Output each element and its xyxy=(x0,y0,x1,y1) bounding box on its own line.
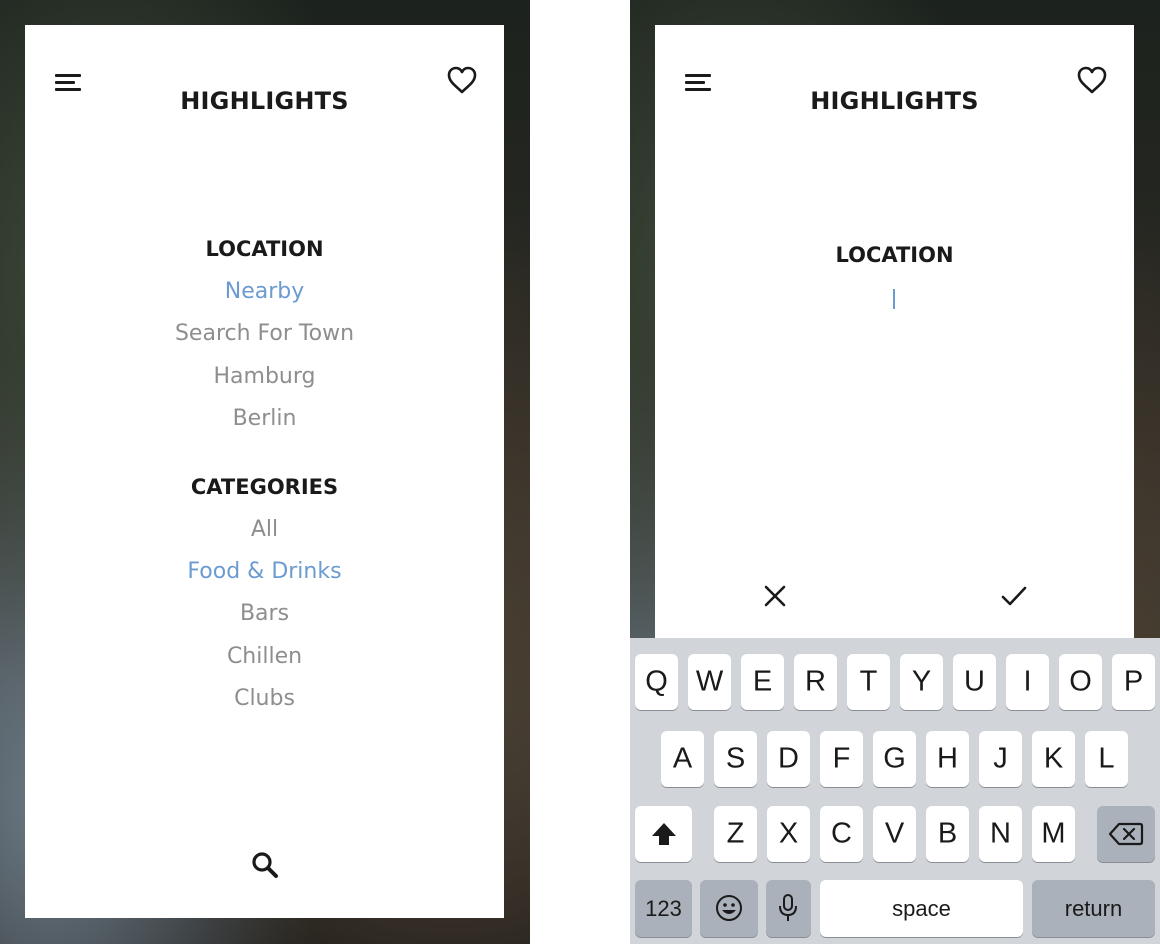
key-o[interactable]: O xyxy=(1059,654,1102,710)
key-w[interactable]: W xyxy=(688,654,731,710)
category-option-bars[interactable]: Bars xyxy=(25,601,504,626)
backspace-icon xyxy=(1108,822,1144,846)
category-option-all[interactable]: All xyxy=(25,517,504,542)
key-l[interactable]: L xyxy=(1085,731,1128,787)
key-g[interactable]: G xyxy=(873,731,916,787)
location-option-search-for-town[interactable]: Search For Town xyxy=(25,321,504,346)
key-e[interactable]: E xyxy=(741,654,784,710)
key-p[interactable]: P xyxy=(1112,654,1155,710)
return-key[interactable]: return xyxy=(1032,880,1155,937)
key-n[interactable]: N xyxy=(979,806,1022,862)
key-y[interactable]: Y xyxy=(900,654,943,710)
location-input-screen: HIGHLIGHTS LOCATION Q W E R T Y U I O P … xyxy=(630,0,1160,944)
key-m[interactable]: M xyxy=(1032,806,1075,862)
shift-key[interactable] xyxy=(635,806,692,862)
key-i[interactable]: I xyxy=(1006,654,1049,710)
categories-section-title: CATEGORIES xyxy=(190,475,339,499)
filter-panel: HIGHLIGHTS LOCATION Nearby Search For To… xyxy=(25,25,504,918)
key-q[interactable]: Q xyxy=(635,654,678,710)
key-u[interactable]: U xyxy=(953,654,996,710)
filter-screen: HIGHLIGHTS LOCATION Nearby Search For To… xyxy=(0,0,530,944)
key-x[interactable]: X xyxy=(767,806,810,862)
close-icon[interactable] xyxy=(762,583,788,609)
key-z[interactable]: Z xyxy=(714,806,757,862)
location-section-title: LOCATION xyxy=(835,243,954,267)
checkmark-icon[interactable] xyxy=(1000,583,1028,609)
space-key[interactable]: space xyxy=(820,880,1023,937)
location-section-title: LOCATION xyxy=(205,237,324,261)
page-title: HIGHLIGHTS xyxy=(180,87,349,115)
key-k[interactable]: K xyxy=(1032,731,1075,787)
key-r[interactable]: R xyxy=(794,654,837,710)
category-option-food-drinks[interactable]: Food & Drinks xyxy=(25,559,504,584)
heart-icon[interactable] xyxy=(1076,65,1108,95)
location-input-panel: HIGHLIGHTS LOCATION xyxy=(655,25,1134,638)
backspace-key[interactable] xyxy=(1097,806,1155,862)
text-cursor xyxy=(893,289,895,309)
heart-icon[interactable] xyxy=(446,65,478,95)
numbers-key[interactable]: 123 xyxy=(635,880,692,937)
location-option-nearby[interactable]: Nearby xyxy=(25,279,504,304)
key-s[interactable]: S xyxy=(714,731,757,787)
key-c[interactable]: C xyxy=(820,806,863,862)
category-option-clubs[interactable]: Clubs xyxy=(25,686,504,711)
key-t[interactable]: T xyxy=(847,654,890,710)
category-option-chillen[interactable]: Chillen xyxy=(25,644,504,669)
on-screen-keyboard: Q W E R T Y U I O P A S D F G H J K L Z … xyxy=(630,638,1160,944)
key-j[interactable]: J xyxy=(979,731,1022,787)
emoji-icon xyxy=(716,895,742,921)
key-d[interactable]: D xyxy=(767,731,810,787)
shift-icon xyxy=(652,823,676,845)
location-option-hamburg[interactable]: Hamburg xyxy=(25,364,504,389)
key-v[interactable]: V xyxy=(873,806,916,862)
location-option-berlin[interactable]: Berlin xyxy=(25,406,504,431)
key-h[interactable]: H xyxy=(926,731,969,787)
microphone-key[interactable] xyxy=(766,880,811,937)
key-a[interactable]: A xyxy=(661,731,704,787)
search-icon[interactable] xyxy=(249,849,281,881)
key-b[interactable]: B xyxy=(926,806,969,862)
page-title: HIGHLIGHTS xyxy=(810,87,979,115)
key-f[interactable]: F xyxy=(820,731,863,787)
emoji-key[interactable] xyxy=(700,880,758,937)
location-input[interactable] xyxy=(795,283,995,313)
microphone-icon xyxy=(779,894,797,921)
